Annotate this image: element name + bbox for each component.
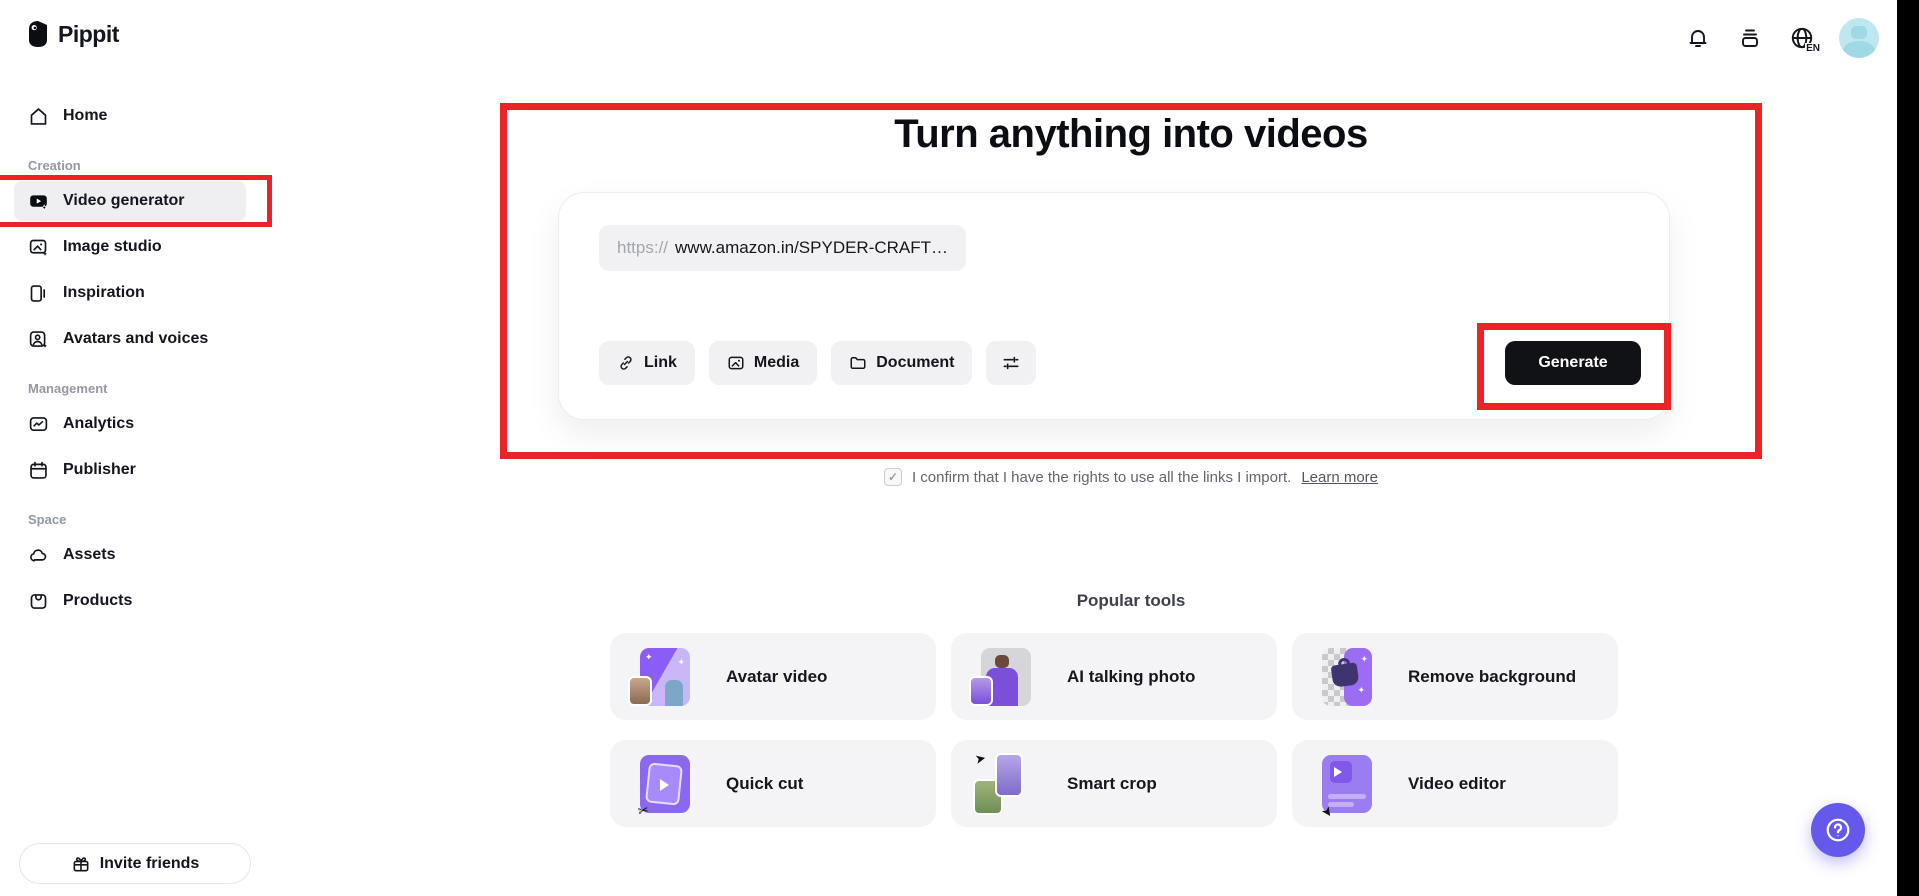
- workspace-button[interactable]: [1735, 23, 1765, 53]
- learn-more-link[interactable]: Learn more: [1301, 469, 1378, 486]
- publisher-icon: [30, 461, 47, 479]
- tool-label: Quick cut: [726, 773, 804, 793]
- inspiration-icon: [30, 284, 46, 302]
- document-button[interactable]: Document: [831, 341, 973, 385]
- consent-checkbox[interactable]: ✓: [883, 468, 902, 486]
- sidebar-section-creation: Creation: [28, 158, 81, 173]
- gift-icon: [73, 856, 89, 871]
- url-token[interactable]: https:// www.amazon.in/SPYDER-CRAFT…: [599, 225, 967, 271]
- link-icon: [620, 356, 632, 370]
- tool-label: Video editor: [1408, 773, 1506, 793]
- sidebar-item-label: Avatars and voices: [63, 330, 209, 347]
- tool-card-quick-cut[interactable]: ✂ Quick cut: [610, 740, 936, 827]
- sidebar: Pippit Home Creation Video generator Ima…: [0, 0, 272, 896]
- image-studio-icon: [29, 239, 48, 256]
- quick-cut-thumbnail: ✂: [632, 753, 692, 818]
- tool-card-avatar-video[interactable]: ✦ ✦ Avatar video: [610, 633, 936, 720]
- document-button-label: Document: [876, 354, 955, 371]
- notifications-button[interactable]: [1683, 23, 1713, 53]
- media-icon: [728, 356, 744, 370]
- sidebar-item-label: Analytics: [63, 415, 135, 432]
- tool-card-video-editor[interactable]: ➤ Video editor: [1292, 740, 1618, 827]
- page-title: Turn anything into videos: [894, 112, 1368, 156]
- sidebar-item-inspiration[interactable]: Inspiration: [14, 273, 246, 313]
- header-actions: EN: [1683, 18, 1879, 58]
- sidebar-item-label: Publisher: [63, 461, 136, 478]
- home-icon: [30, 107, 47, 125]
- popular-tools-title: Popular tools: [1076, 591, 1186, 610]
- sidebar-item-label: Image studio: [63, 238, 162, 255]
- url-value: www.amazon.in/SPYDER-CRAFT…: [675, 238, 949, 257]
- avatar-silhouette: [1851, 26, 1867, 39]
- invite-friends-button[interactable]: Invite friends: [19, 843, 251, 884]
- import-input-card[interactable]: https:// www.amazon.in/SPYDER-CRAFT… Lin…: [558, 192, 1670, 420]
- link-button[interactable]: Link: [599, 341, 695, 385]
- link-button-label: Link: [644, 354, 677, 371]
- sidebar-item-label: Assets: [63, 546, 116, 563]
- input-toolbar: Link Media Document Generate: [599, 341, 1641, 385]
- brand-name: Pippit: [58, 20, 119, 47]
- tool-card-smart-crop[interactable]: ➤ Smart crop: [951, 740, 1277, 827]
- url-prefix: https://: [617, 238, 669, 257]
- sidebar-item-label: Home: [63, 107, 108, 124]
- generate-button[interactable]: Generate: [1505, 341, 1641, 385]
- consent-text: I confirm that I have the rights to use …: [911, 468, 1292, 486]
- media-button-label: Media: [753, 354, 800, 371]
- products-bag-icon: [30, 593, 47, 609]
- document-folder-icon: [850, 357, 866, 369]
- sidebar-nav: Home Creation Video generator Image stud…: [0, 90, 272, 627]
- bell-icon: [1689, 30, 1707, 47]
- assets-cloud-icon: [30, 548, 47, 562]
- sidebar-item-label: Inspiration: [63, 284, 145, 301]
- video-generator-icon: [30, 194, 48, 211]
- sidebar-section-space: Space: [28, 512, 67, 527]
- invite-friends-label: Invite friends: [99, 854, 200, 872]
- ai-talking-photo-thumbnail: [969, 646, 1033, 708]
- sidebar-item-image-studio[interactable]: Image studio: [14, 227, 246, 267]
- sidebar-section-management: Management: [28, 381, 108, 396]
- analytics-icon: [29, 416, 48, 431]
- sliders-icon: [1003, 356, 1019, 370]
- tool-label: Avatar video: [726, 666, 828, 686]
- smart-crop-thumbnail: ➤: [973, 750, 1033, 815]
- popular-tools-grid: ✦ ✦ Avatar video AI talking photo ✦ ✦ Remo…: [610, 633, 1620, 827]
- question-icon: [1826, 818, 1850, 842]
- tool-label: AI talking photo: [1067, 666, 1196, 686]
- tool-label: Remove background: [1408, 666, 1577, 686]
- video-editor-thumbnail: ➤: [1314, 753, 1374, 820]
- avatar-video-thumbnail: ✦ ✦: [628, 646, 692, 708]
- pippit-logo-icon: [29, 21, 47, 47]
- tool-card-remove-background[interactable]: ✦ ✦ Remove background: [1292, 633, 1618, 720]
- sidebar-item-label: Video generator: [63, 192, 185, 209]
- sidebar-item-avatars-and-voices[interactable]: Avatars and voices: [14, 319, 246, 359]
- sidebar-item-products[interactable]: Products: [14, 581, 246, 621]
- sidebar-item-home[interactable]: Home: [14, 96, 246, 136]
- help-button[interactable]: [1811, 803, 1865, 857]
- media-button[interactable]: Media: [708, 341, 818, 385]
- remove-background-thumbnail: ✦ ✦: [1314, 646, 1374, 708]
- sidebar-item-analytics[interactable]: Analytics: [14, 404, 246, 444]
- language-code: EN: [1805, 43, 1821, 54]
- language-button[interactable]: EN: [1787, 23, 1821, 54]
- settings-button[interactable]: [986, 341, 1037, 385]
- sidebar-item-label: Products: [63, 592, 133, 609]
- sidebar-item-assets[interactable]: Assets: [14, 535, 246, 575]
- pippit-logo[interactable]: Pippit: [26, 20, 119, 48]
- sidebar-item-publisher[interactable]: Publisher: [14, 450, 246, 490]
- right-edge-bar: [1897, 0, 1919, 896]
- tool-label: Smart crop: [1067, 773, 1157, 793]
- avatars-icon: [29, 330, 48, 348]
- tool-card-ai-talking-photo[interactable]: AI talking photo: [951, 633, 1277, 720]
- consent-row: ✓ I confirm that I have the rights to us…: [500, 468, 1762, 486]
- stack-icon: [1742, 29, 1758, 47]
- account-avatar[interactable]: [1839, 18, 1879, 58]
- sidebar-item-video-generator[interactable]: Video generator: [14, 181, 246, 221]
